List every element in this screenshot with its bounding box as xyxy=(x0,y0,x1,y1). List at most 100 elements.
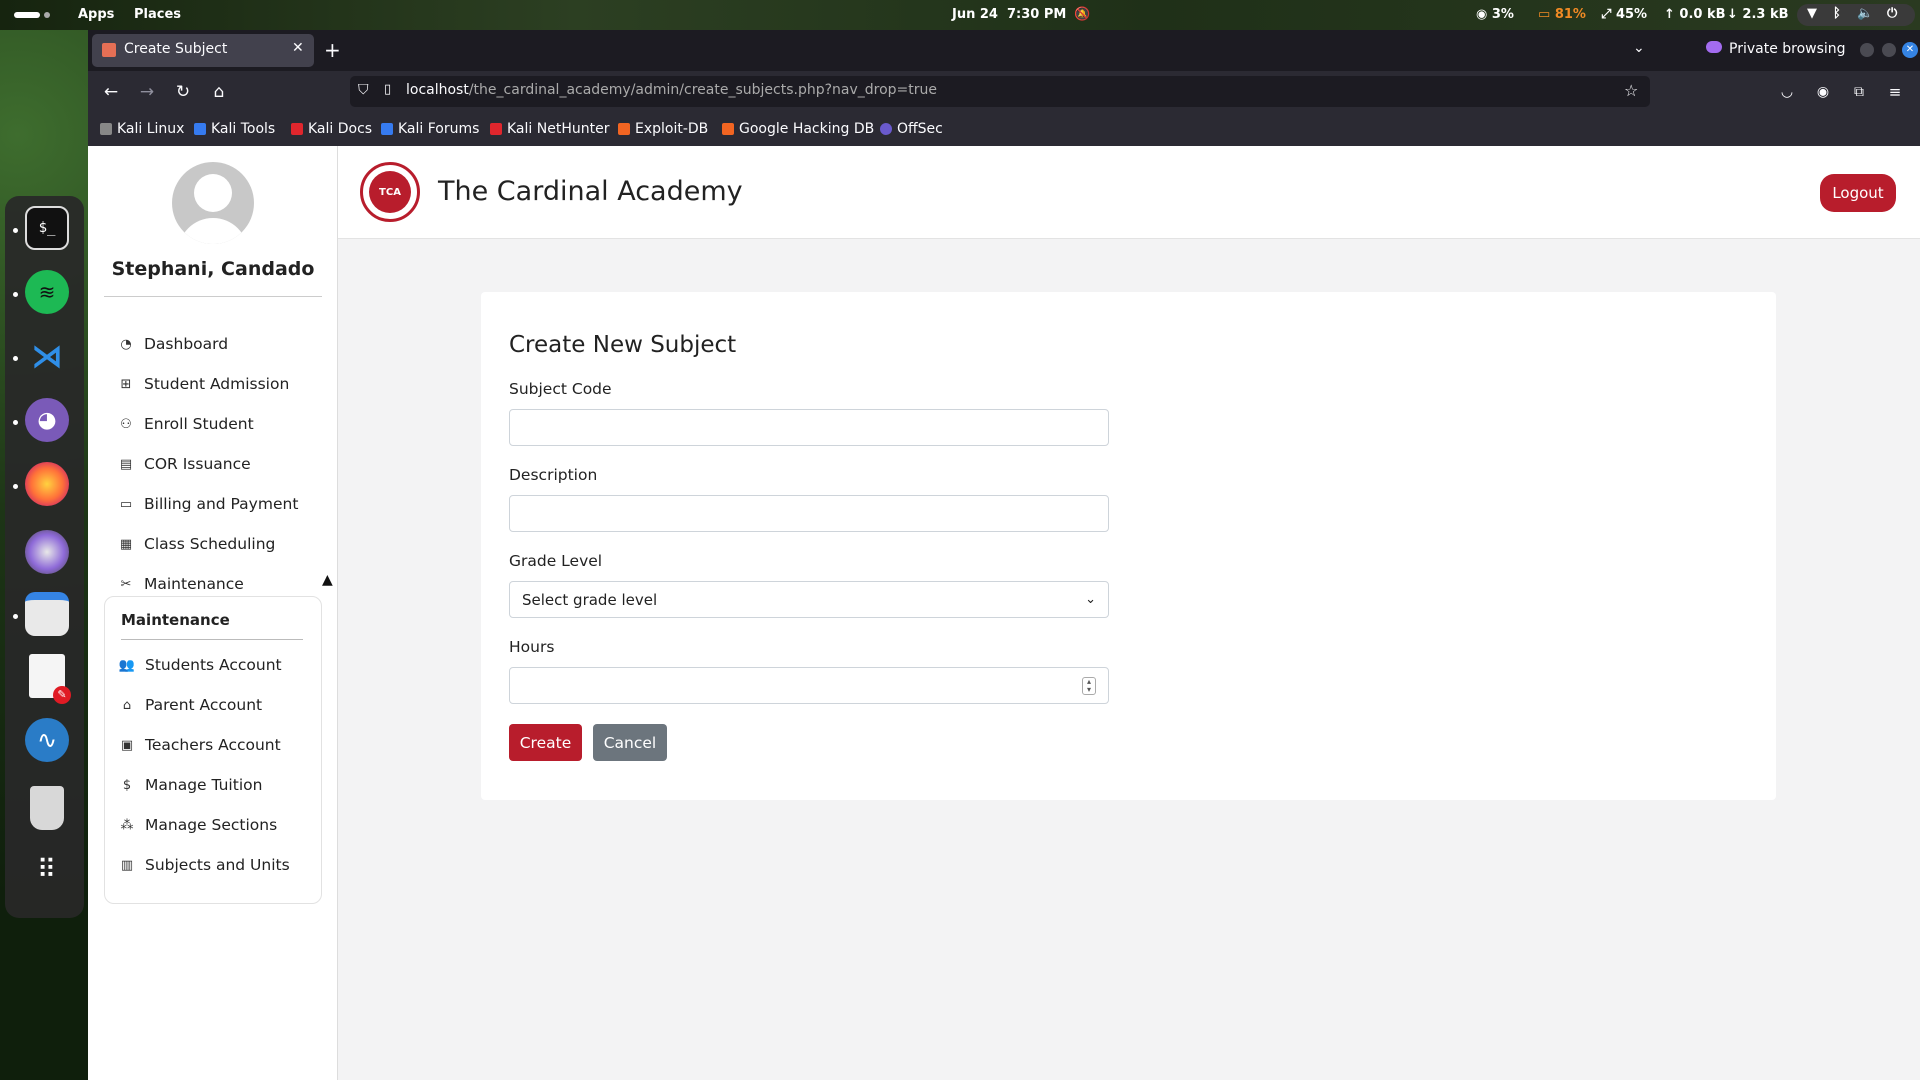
extensions-icon[interactable]: ⧉ xyxy=(1848,81,1870,103)
number-spinner-icon[interactable]: ▴ ▾ xyxy=(1082,677,1096,695)
submenu-item-parent-account[interactable]: ⌂ Parent Account xyxy=(119,693,262,717)
bookmark-star-icon[interactable]: ☆ xyxy=(1624,81,1638,100)
net-up-value: 0.0 kB xyxy=(1679,7,1726,22)
bookmark-label: Kali Forums xyxy=(398,121,480,137)
system-status-area[interactable]: ▼ ᛒ 🔈 ⏻ xyxy=(1797,4,1915,26)
spotify-icon[interactable]: ≋ xyxy=(25,270,69,314)
places-menu[interactable]: Places xyxy=(134,7,181,22)
tab-close-icon[interactable]: ✕ xyxy=(292,40,304,56)
grade-level-select[interactable]: Select grade level ⌄ xyxy=(509,581,1109,618)
description-input[interactable] xyxy=(509,495,1109,532)
account-icon[interactable]: ◉ xyxy=(1812,81,1834,103)
private-browsing-icon xyxy=(1706,41,1722,53)
text-editor-icon[interactable]: ✎ xyxy=(29,654,71,704)
sidebar-item-billing-payment[interactable]: ▭ Billing and Payment xyxy=(118,492,299,516)
sidebar-item-label: COR Issuance xyxy=(144,455,251,473)
vscode-icon[interactable]: ⋊ xyxy=(25,334,69,378)
pocket-icon[interactable]: ◡ xyxy=(1776,81,1798,103)
submenu-item-label: Manage Sections xyxy=(145,816,278,834)
sidebar-item-label: Enroll Student xyxy=(144,415,254,433)
volume-icon: 🔈 xyxy=(1857,6,1874,21)
bookmark-kali-tools[interactable]: Kali Tools xyxy=(194,121,275,137)
subject-code-input[interactable] xyxy=(509,409,1109,446)
site-title: The Cardinal Academy xyxy=(438,176,743,207)
url-text[interactable]: localhost/the_cardinal_academy/admin/cre… xyxy=(406,82,937,98)
show-apps-grid-icon[interactable]: ⠿ xyxy=(25,848,69,892)
page-header: TCA The Cardinal Academy Logout xyxy=(338,146,1920,239)
sidebar-item-cor-issuance[interactable]: ▤ COR Issuance xyxy=(118,452,251,476)
clock-time[interactable]: 7:30 PM xyxy=(1007,7,1066,22)
disk-burner-icon[interactable] xyxy=(25,530,69,574)
forward-icon[interactable]: → xyxy=(136,81,158,103)
terminal-icon[interactable]: $_ xyxy=(25,206,69,250)
submenu-item-students-account[interactable]: 👥 Students Account xyxy=(119,653,282,677)
reload-icon[interactable]: ↻ xyxy=(172,81,194,103)
sidebar: Stephani, Candado ◔ Dashboard ⊞ Student Ad… xyxy=(88,146,338,1080)
create-button[interactable]: Create xyxy=(509,724,582,761)
sidebar-item-student-admission[interactable]: ⊞ Student Admission xyxy=(118,372,290,396)
hours-input[interactable]: ▴ ▾ xyxy=(509,667,1109,704)
grade-level-label: Grade Level xyxy=(509,552,603,570)
subject-code-label: Subject Code xyxy=(509,380,612,398)
offsec-icon xyxy=(880,123,892,135)
system-top-bar: Apps Places Jun 24 7:30 PM 🔕 ◉ 3% ▭ 81% … xyxy=(0,0,1920,30)
running-indicator xyxy=(13,356,18,361)
maximize-window-icon[interactable] xyxy=(1882,43,1896,57)
list-all-tabs-icon[interactable]: ⌄ xyxy=(1633,40,1645,56)
bookmark-kali-nethunter[interactable]: Kali NetHunter xyxy=(490,121,609,137)
clock-date[interactable]: Jun 24 xyxy=(952,7,998,22)
home-icon[interactable]: ⌂ xyxy=(208,81,230,103)
favicon-icon xyxy=(102,43,116,57)
close-window-icon[interactable]: ✕ xyxy=(1902,42,1918,58)
trash-icon[interactable] xyxy=(30,786,64,830)
submenu-item-manage-sections[interactable]: ⁂ Manage Sections xyxy=(119,813,278,837)
bookmark-kali-linux[interactable]: Kali Linux xyxy=(100,121,184,137)
bookmark-kali-forums[interactable]: Kali Forums xyxy=(381,121,479,137)
page-info-icon[interactable]: ▯ xyxy=(384,82,391,97)
minimize-window-icon[interactable] xyxy=(1860,43,1874,57)
sidebar-item-label: Student Admission xyxy=(144,375,290,393)
submenu-item-manage-tuition[interactable]: $ Manage Tuition xyxy=(119,773,263,797)
sidebar-item-dashboard[interactable]: ◔ Dashboard xyxy=(118,332,228,356)
tab-create-subject[interactable]: Create Subject ✕ xyxy=(92,34,314,67)
github-desktop-icon[interactable]: ◕ xyxy=(25,398,69,442)
sidebar-item-label: Maintenance xyxy=(144,575,244,593)
sidebar-item-class-scheduling[interactable]: ▦ Class Scheduling xyxy=(118,532,276,556)
net-down-indicator: ↓ 2.3 kB xyxy=(1727,7,1789,22)
sections-icon: ⁂ xyxy=(120,817,134,833)
bookmark-offsec[interactable]: OffSec xyxy=(880,121,943,137)
firefox-icon[interactable] xyxy=(25,462,69,506)
submenu-item-subjects-units[interactable]: ▥ Subjects and Units xyxy=(119,853,290,877)
create-subject-card: Create New Subject Subject Code Descript… xyxy=(481,292,1776,800)
bookmark-exploit-db[interactable]: Exploit-DB xyxy=(618,121,708,137)
new-tab-icon[interactable]: + xyxy=(324,38,341,62)
activities-indicator[interactable] xyxy=(14,12,40,18)
running-indicator xyxy=(13,484,18,489)
notifications-muted-icon[interactable]: 🔕 xyxy=(1074,7,1090,22)
kali-dragon-icon xyxy=(100,123,112,135)
private-browsing-label: Private browsing xyxy=(1729,41,1846,57)
calendar-icon: ▦ xyxy=(119,536,133,552)
bookmark-label: Google Hacking DB xyxy=(739,121,875,137)
url-bar[interactable]: ⛉ ▯ localhost/the_cardinal_academy/admin… xyxy=(350,76,1650,107)
apps-menu[interactable]: Apps xyxy=(78,7,114,22)
bookmark-google-hacking-db[interactable]: Google Hacking DB xyxy=(722,121,874,137)
admission-icon: ⊞ xyxy=(120,376,132,392)
sidebar-item-maintenance[interactable]: ✂ Maintenance ▲ xyxy=(118,572,333,596)
files-icon[interactable] xyxy=(25,592,69,636)
logo-text: TCA xyxy=(369,171,411,213)
book-icon: ▥ xyxy=(120,857,134,873)
sidebar-item-enroll-student[interactable]: ⚇ Enroll Student xyxy=(118,412,254,436)
wireshark-icon[interactable]: ∿ xyxy=(25,718,69,762)
logout-button[interactable]: Logout xyxy=(1820,174,1896,212)
enroll-icon: ⚇ xyxy=(120,416,132,432)
submenu-item-teachers-account[interactable]: ▣ Teachers Account xyxy=(119,733,281,757)
back-icon[interactable]: ← xyxy=(100,81,122,103)
submenu-item-label: Manage Tuition xyxy=(145,776,263,794)
bookmark-kali-docs[interactable]: Kali Docs xyxy=(291,121,372,137)
app-menu-icon[interactable]: ≡ xyxy=(1884,81,1906,103)
cancel-button[interactable]: Cancel xyxy=(593,724,667,761)
caret-up-icon[interactable]: ▲ xyxy=(322,572,333,588)
page-content: Stephani, Candado ◔ Dashboard ⊞ Student Ad… xyxy=(88,146,1920,1080)
shield-icon[interactable]: ⛉ xyxy=(358,82,369,98)
